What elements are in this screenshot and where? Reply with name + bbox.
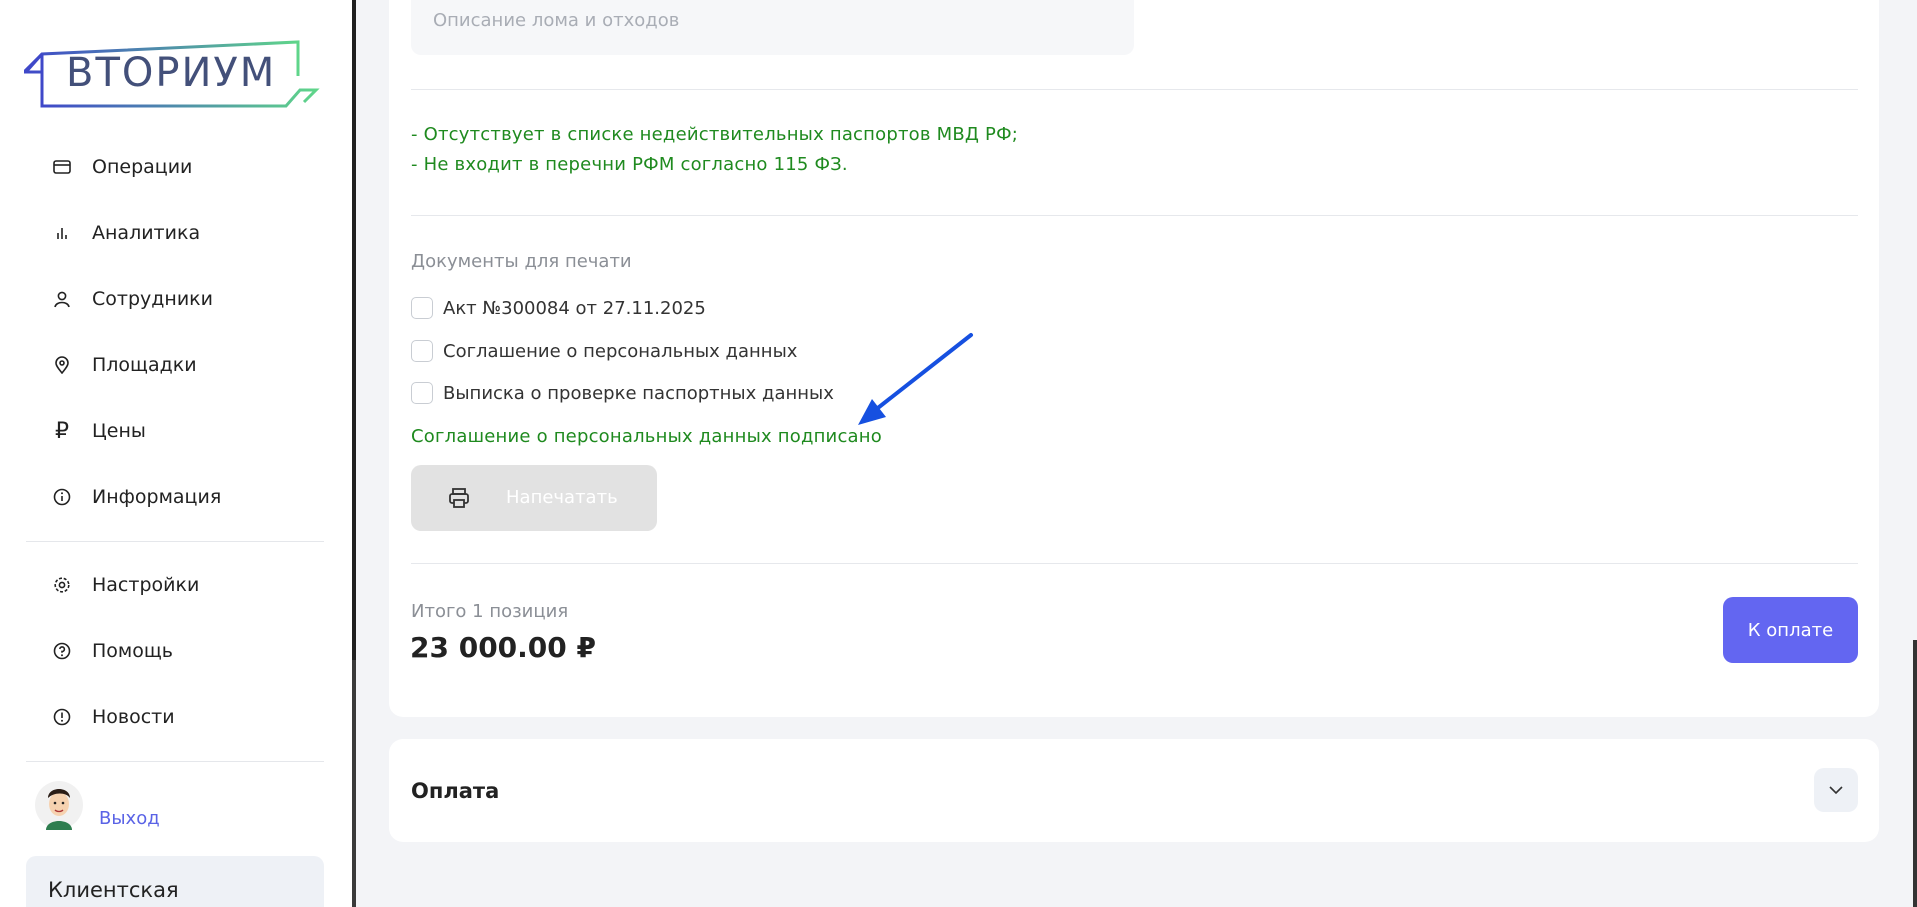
sidebar: ВТОРИУМ Операции Аналитика Сотрудники Пл… — [0, 0, 352, 907]
pay-button-label: К оплате — [1747, 619, 1834, 641]
sidebar-item-label: Настройки — [92, 574, 200, 596]
sidebar-item-label: Аналитика — [92, 222, 201, 244]
expand-payment-button[interactable] — [1814, 768, 1858, 812]
logout-link[interactable]: Выход — [99, 808, 160, 829]
sidebar-item-information[interactable]: Информация — [52, 477, 221, 517]
info-icon — [52, 487, 72, 507]
sidebar-item-help[interactable]: Помощь — [52, 631, 173, 671]
sidebar-divider — [26, 541, 324, 542]
section-divider — [411, 89, 1858, 90]
print-button[interactable]: Напечатать — [411, 465, 657, 531]
sidebar-item-prices[interactable]: ₽ Цены — [52, 411, 146, 451]
client-panel[interactable]: Клиентская — [26, 856, 324, 907]
section-divider — [411, 215, 1858, 216]
sidebar-item-label: Информация — [92, 486, 222, 508]
document-option[interactable]: Акт №300084 от 27.11.2025 — [411, 295, 706, 321]
sidebar-item-label: Операции — [92, 156, 193, 178]
avatar[interactable] — [34, 780, 84, 830]
sidebar-item-label: Новости — [92, 706, 175, 728]
document-option[interactable]: Выписка о проверке паспортных данных — [411, 380, 834, 406]
agreement-status: Соглашение о персональных данных подписа… — [411, 426, 882, 447]
ruble-icon: ₽ — [55, 418, 69, 444]
user-icon — [52, 289, 72, 309]
description-textarea[interactable]: Описание лома и отходов — [411, 0, 1134, 55]
sidebar-item-label: Сотрудники — [92, 288, 213, 310]
payment-section[interactable] — [389, 739, 1879, 842]
client-panel-label: Клиентская — [48, 878, 179, 902]
sidebar-item-news[interactable]: Новости — [52, 697, 175, 737]
sidebar-item-label: Цены — [92, 420, 146, 442]
document-label: Выписка о проверке паспортных данных — [443, 382, 834, 404]
sidebar-item-operations[interactable]: Операции — [52, 147, 192, 187]
section-divider — [411, 563, 1858, 564]
document-checkbox[interactable] — [411, 382, 433, 404]
sidebar-item-settings[interactable]: Настройки — [52, 565, 199, 605]
document-checkbox[interactable] — [411, 297, 433, 319]
document-label: Соглашение о персональных данных — [443, 340, 798, 362]
card-icon — [52, 157, 72, 177]
sidebar-item-sites[interactable]: Площадки — [52, 345, 197, 385]
sidebar-scrollbar-thumb[interactable] — [352, 0, 356, 660]
document-label: Акт №300084 от 27.11.2025 — [443, 297, 706, 319]
help-icon — [52, 641, 72, 661]
payment-section-title: Оплата — [411, 779, 500, 803]
documents-title: Документы для печати — [411, 251, 632, 272]
sidebar-item-analytics[interactable]: Аналитика — [52, 213, 200, 253]
sidebar-item-employees[interactable]: Сотрудники — [52, 279, 213, 319]
sidebar-item-label: Помощь — [92, 640, 173, 662]
total-positions-label: Итого 1 позиция — [411, 601, 569, 622]
print-button-label: Напечатать — [506, 487, 618, 508]
sidebar-divider — [26, 761, 324, 762]
document-option[interactable]: Соглашение о персональных данных — [411, 338, 797, 364]
description-placeholder: Описание лома и отходов — [433, 10, 680, 31]
total-amount: 23 000.00 ₽ — [410, 631, 596, 664]
passport-check-result: - Отсутствует в списке недействительных … — [411, 124, 1019, 145]
sidebar-item-label: Площадки — [92, 354, 197, 376]
alert-icon — [52, 707, 72, 727]
pay-button[interactable]: К оплате — [1723, 597, 1858, 663]
printer-icon — [449, 488, 469, 508]
rfm-check-result: - Не входит в перечни РФМ согласно 115 Ф… — [411, 154, 848, 175]
logo[interactable]: ВТОРИУМ — [22, 40, 324, 110]
bar-chart-icon — [52, 223, 72, 243]
chevron-down-icon — [1829, 786, 1843, 795]
page-scrollbar-thumb[interactable] — [1913, 640, 1917, 907]
gear-icon — [52, 575, 72, 595]
document-checkbox[interactable] — [411, 340, 433, 362]
logo-text: ВТОРИУМ — [66, 50, 277, 96]
location-pin-icon — [52, 355, 72, 375]
